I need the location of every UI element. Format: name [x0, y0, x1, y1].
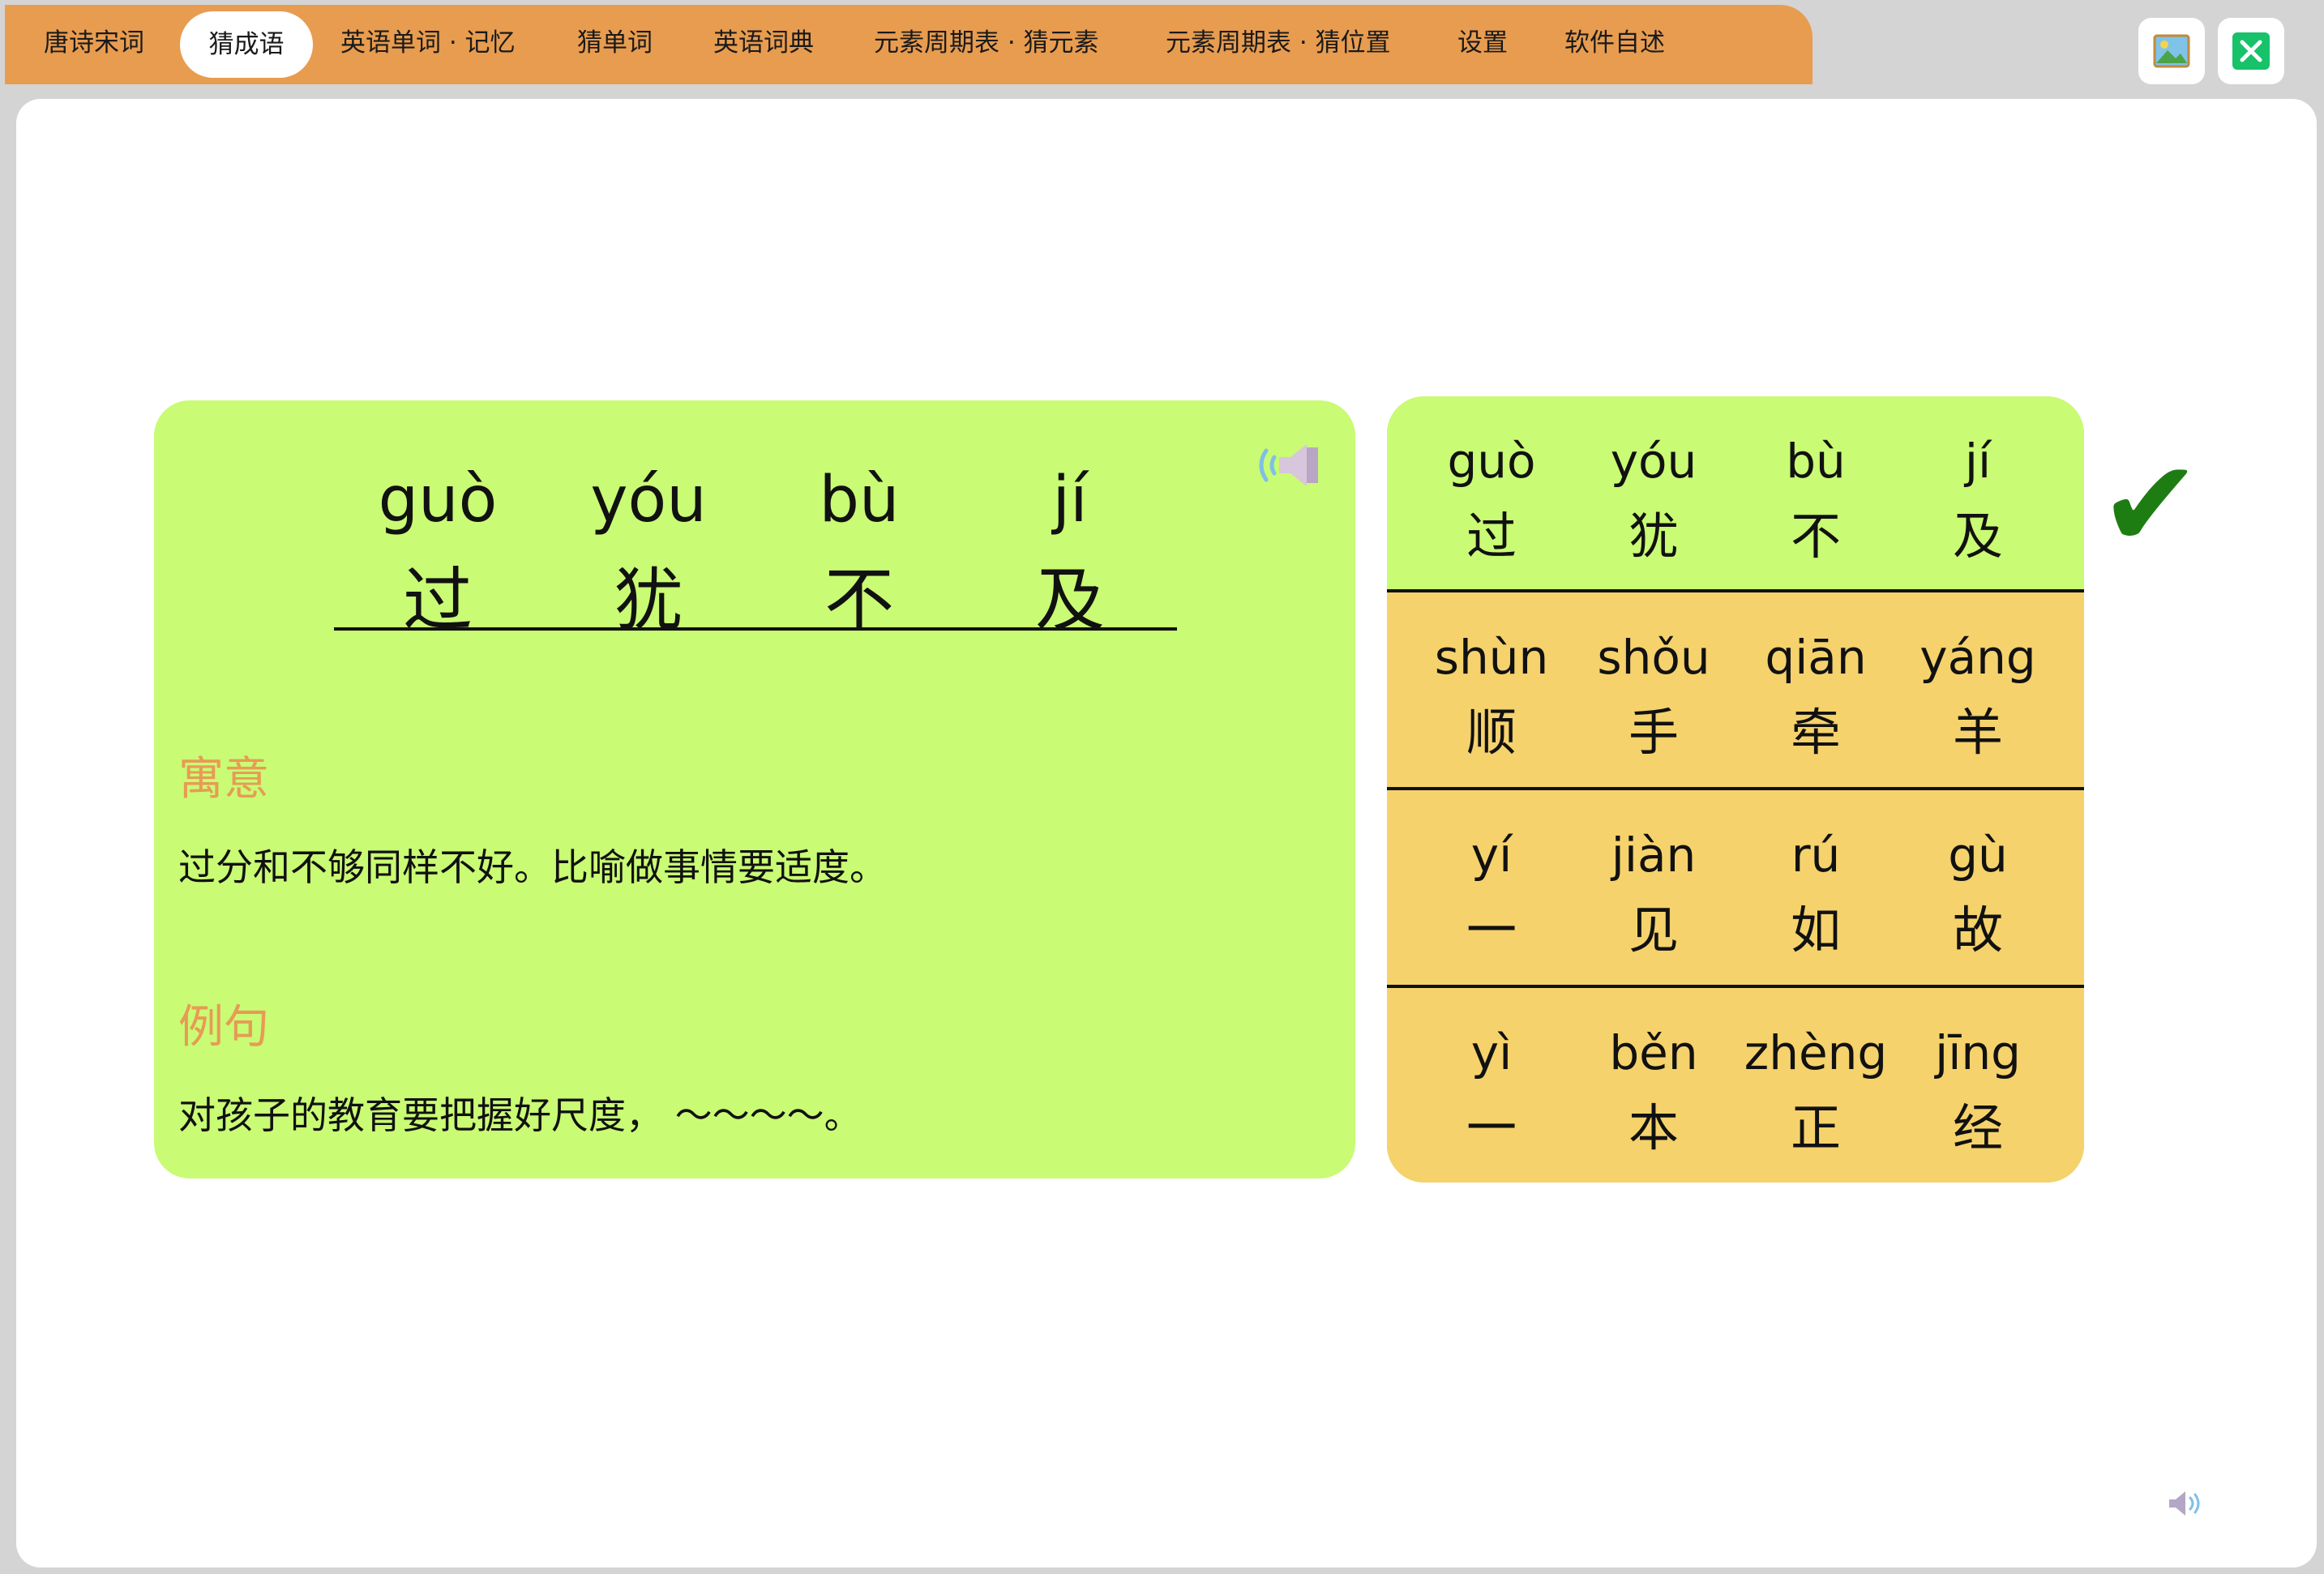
choice-cell: shùn 顺 — [1434, 630, 1549, 762]
small-speaker-icon[interactable] — [2166, 1490, 2203, 1517]
choice-cell: yáng 羊 — [1920, 630, 2036, 762]
choice-cell: yì 一 — [1466, 1025, 1517, 1157]
choice-cell: gù 故 — [1948, 828, 2008, 960]
image-icon — [2153, 34, 2190, 68]
tab-periodic-guess-position[interactable]: 元素周期表 · 猜位置 — [1166, 24, 1391, 62]
idiom-card: guò yóu bù jí 过 犹 不 及 寓意 过分和不够同样不好。比喻做事情… — [154, 400, 1355, 1178]
idiom-pinyin-1: guò — [378, 464, 498, 537]
choices-panel: guò 过 yóu 犹 bù 不 jí 及 shùn 顺 shǒu 手 qiān 牵 yáng… — [1387, 396, 2084, 1183]
check-mark-icon: ✔ — [2099, 434, 2202, 575]
choice-row-2[interactable]: shùn 顺 shǒu 手 qiān 牵 yáng 羊 — [1387, 589, 2084, 789]
choice-cell: qiān 牵 — [1765, 630, 1867, 762]
choice-cell: jiàn 见 — [1611, 828, 1697, 960]
example-title: 例句 — [178, 1001, 269, 1054]
tab-tang-poetry[interactable]: 唐诗宋词 — [44, 24, 144, 62]
idiom-pinyin-4: jí — [1052, 464, 1088, 537]
idiom-underline — [334, 627, 1177, 631]
example-text: 对孩子的教育要把握好尺度， ～～～～。 — [178, 1093, 862, 1137]
choice-row-4[interactable]: yì 一 běn 本 zhèng 正 jīng 经 — [1387, 985, 2084, 1183]
choice-row-1[interactable]: guò 过 yóu 犹 bù 不 jí 及 — [1387, 396, 2084, 592]
close-button[interactable] — [2218, 18, 2284, 84]
choice-cell: zhèng 正 — [1744, 1025, 1888, 1157]
choice-cell: běn 本 — [1609, 1025, 1698, 1157]
tab-guess-word[interactable]: 猜单词 — [577, 24, 653, 62]
image-button[interactable] — [2138, 18, 2205, 84]
idiom-pinyin-3: bù — [819, 464, 900, 537]
meaning-title: 寓意 — [178, 753, 269, 806]
idiom-pinyin-2: yóu — [590, 464, 707, 537]
meaning-text: 过分和不够同样不好。比喻做事情要适度。 — [178, 845, 887, 889]
tab-settings[interactable]: 设置 — [1457, 24, 1508, 62]
tab-english-words-memory[interactable]: 英语单词 · 记忆 — [340, 24, 516, 62]
tab-guess-idiom[interactable]: 猜成语 — [180, 11, 313, 78]
choice-row-3[interactable]: yí 一 jiàn 见 rú 如 gù 故 — [1387, 787, 2084, 986]
choice-cell: jí 及 — [1952, 434, 2003, 566]
choice-cell: guò 过 — [1447, 434, 1536, 566]
tab-periodic-guess-element[interactable]: 元素周期表 · 猜元素 — [874, 24, 1099, 62]
choice-cell: rú 如 — [1790, 828, 1841, 960]
choice-cell: jīng 经 — [1935, 1025, 2021, 1157]
choice-cell: yóu 犹 — [1610, 434, 1697, 566]
tab-english-dictionary[interactable]: 英语词典 — [713, 24, 814, 62]
choice-cell: yí 一 — [1466, 828, 1517, 960]
choice-cell: bù 不 — [1786, 434, 1846, 566]
close-icon — [2232, 32, 2270, 70]
choice-cell: shǒu 手 — [1597, 630, 1710, 762]
tab-bar: 唐诗宋词 猜成语 英语单词 · 记忆 猜单词 英语词典 元素周期表 · 猜元素 … — [5, 5, 1813, 84]
speaker-icon[interactable] — [1250, 436, 1323, 494]
tab-about[interactable]: 软件自述 — [1564, 24, 1665, 62]
